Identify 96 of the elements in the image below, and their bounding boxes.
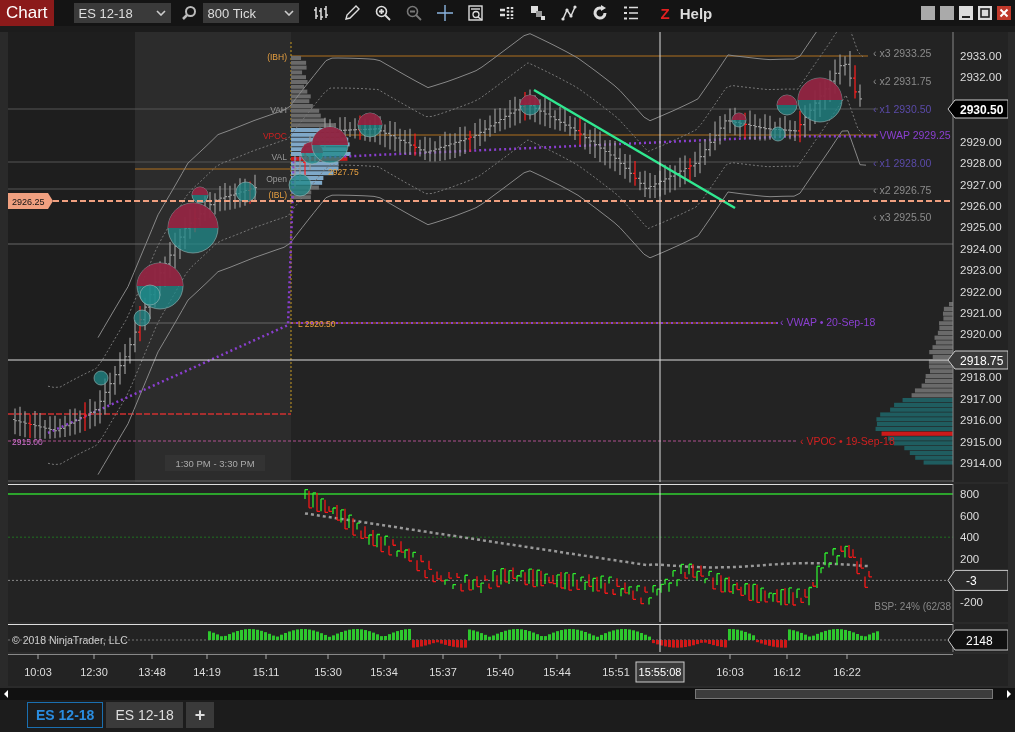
- price-marker: 2930.50: [947, 99, 1008, 119]
- z-button[interactable]: Z: [660, 4, 670, 22]
- axis-label: 2933.00: [960, 50, 1002, 62]
- axis-label: 2918.00: [960, 371, 1002, 384]
- axis-label: 2926.00: [960, 199, 1002, 212]
- chart-tab[interactable]: ES 12-18: [27, 702, 104, 728]
- instrument-dropdown[interactable]: ES 12-18: [73, 3, 171, 23]
- nodes-line-icon[interactable]: [560, 5, 577, 21]
- value-marker: 2148: [947, 629, 1008, 651]
- axis-label: 200: [960, 552, 980, 565]
- axis-label: 2932.00: [960, 71, 1002, 84]
- axis-label: 2927.00: [960, 178, 1002, 191]
- axis-label: 2917.00: [960, 392, 1002, 405]
- level-label: ‹ x1 2928.00: [873, 157, 932, 169]
- level-label: (IBH): [267, 52, 287, 62]
- axis-label: 2925.00: [960, 221, 1002, 234]
- level-label: VPOC: [262, 131, 287, 141]
- axis-label: 15:44: [543, 666, 571, 678]
- level-label: VAH: [270, 105, 287, 115]
- help-menu[interactable]: Help: [679, 4, 713, 22]
- axis-label: 600: [960, 509, 980, 522]
- level-label: (IBL): [268, 190, 287, 200]
- level-label: ‹ VPOC • 19-Sep-18: [800, 435, 895, 447]
- bars-icon[interactable]: [312, 5, 329, 21]
- price-marker: 2918.75: [947, 350, 1008, 370]
- scrollbar-thumb[interactable]: [695, 689, 993, 699]
- volume-bubble: [357, 112, 383, 138]
- squares-icon[interactable]: [529, 5, 546, 21]
- level-label: 2927.75: [328, 167, 359, 177]
- zoom-out-icon[interactable]: [405, 5, 422, 21]
- time-marker: 15:55:08: [635, 661, 685, 683]
- level-label: 2915.00: [12, 437, 43, 447]
- axis-label: 10:03: [24, 666, 52, 678]
- axis-label: 2916.00: [960, 414, 1002, 427]
- axis-label: 15:34: [370, 666, 398, 678]
- axis-label: 2921.00: [960, 307, 1002, 320]
- volume-bubble: [731, 112, 747, 128]
- axis-label: 2928.00: [960, 157, 1002, 170]
- axis-label: 400: [960, 531, 980, 544]
- level-label: ‹ x3 2933.25: [873, 47, 932, 59]
- price-marker: 2926.25: [8, 193, 53, 209]
- volume-bubble: [770, 126, 786, 142]
- axis-label: 16:22: [833, 666, 861, 678]
- axis-label: 2929.00: [960, 135, 1002, 148]
- value-marker: -3: [947, 569, 1008, 591]
- close-icon[interactable]: [997, 6, 1011, 20]
- volume-bubble: [288, 173, 312, 197]
- axis-label: 2924.00: [960, 242, 1002, 255]
- copyright-text: © 2018 NinjaTrader, LLC: [12, 634, 128, 646]
- list-grid-icon[interactable]: [498, 5, 515, 21]
- data-box-icon[interactable]: [467, 5, 484, 21]
- axis-label: 16:12: [773, 666, 801, 678]
- pencil-icon[interactable]: [343, 5, 360, 21]
- search-icon[interactable]: [180, 5, 197, 21]
- axis-label: 12:30: [80, 666, 108, 678]
- list-icon[interactable]: [622, 5, 639, 21]
- axis-label: 2922.00: [960, 285, 1002, 298]
- volume-bubble: [93, 370, 109, 386]
- axis-label: 15:40: [486, 666, 514, 678]
- level-label: VAL: [271, 152, 287, 162]
- maximize-icon[interactable]: [978, 6, 992, 20]
- volume-bubble: [519, 94, 541, 116]
- chart-title: Chart: [0, 0, 54, 26]
- level-label: ‹ x2 2931.75: [873, 75, 932, 87]
- axis-label: 800: [960, 488, 980, 500]
- axis-label: 15:37: [429, 666, 457, 678]
- minimize-icon[interactable]: [959, 6, 973, 20]
- axis-label: 16:03: [716, 666, 744, 678]
- axis-label: 2914.00: [960, 457, 1002, 469]
- axis-label: 2915.00: [960, 435, 1002, 448]
- level-label: ‹ x3 2925.50: [873, 211, 932, 223]
- level-label: ‹ VWAP 2929.25: [873, 129, 951, 141]
- level-label: ‹ x1 2930.50: [873, 103, 932, 115]
- level-label: Open: [266, 174, 287, 184]
- axis-label: 15:11: [252, 666, 280, 678]
- volume-bubble: [235, 181, 257, 203]
- axis-label: 14:19: [193, 666, 221, 678]
- axis-label: 2920.00: [960, 328, 1002, 341]
- level-label: ‹ VWAP • 20-Sep-18: [780, 316, 876, 328]
- chart-tab[interactable]: ES 12-18: [106, 702, 183, 728]
- axis-label: -200: [960, 596, 984, 608]
- zoom-in-icon[interactable]: [374, 5, 391, 21]
- axis-label: 2923.00: [960, 264, 1002, 277]
- axis-label: 15:51: [602, 666, 630, 678]
- refresh-icon[interactable]: [591, 5, 608, 21]
- bsp-label: BSP: 24% (62/38: [874, 601, 951, 612]
- crosshair-icon[interactable]: [436, 5, 453, 21]
- axis-label: 15:30: [314, 666, 342, 678]
- add-tab-button[interactable]: +: [185, 702, 215, 728]
- session-label: 1:30 PM - 3:30 PM: [165, 455, 265, 471]
- level-label: ‹ x2 2926.75: [873, 184, 932, 196]
- interval-dropdown[interactable]: 800 Tick: [202, 3, 299, 23]
- caret-icon: [155, 10, 166, 16]
- axis-label: 13:48: [138, 666, 166, 678]
- caret-icon: [283, 10, 294, 16]
- level-label: L 2920.50: [298, 319, 336, 329]
